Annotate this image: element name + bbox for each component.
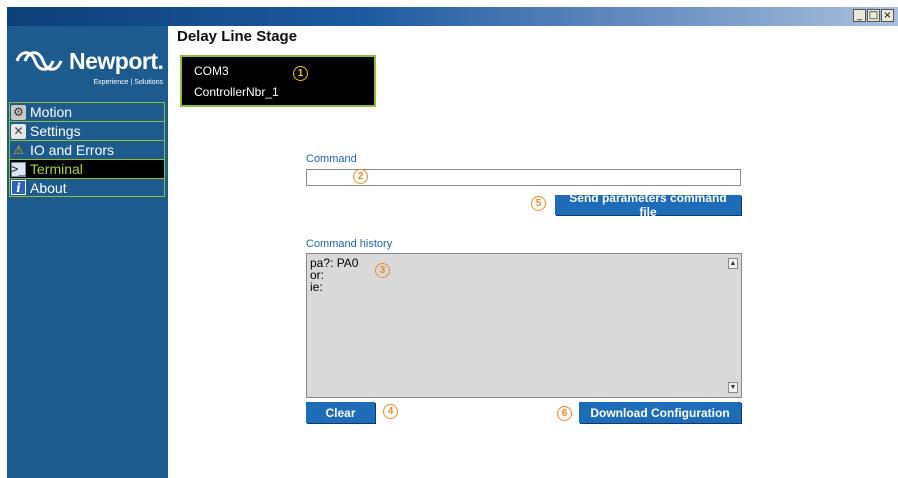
- command-history-label: Command history: [306, 238, 393, 250]
- window-controls: _ □ ×: [853, 9, 894, 22]
- callout-badge-2: 2: [353, 169, 368, 184]
- settings-icon: ✕: [11, 123, 26, 139]
- sidebar-item-label: About: [30, 179, 67, 196]
- clear-button[interactable]: Clear: [306, 402, 375, 423]
- maximize-button[interactable]: □: [867, 9, 880, 22]
- terminal-icon: >_: [11, 161, 26, 177]
- controller-info-box: COM3 ControllerNbr_1: [180, 55, 376, 107]
- command-history-box: pa?: PA0 or: ie: ▲ ▼: [306, 253, 742, 398]
- callout-badge-4: 4: [383, 404, 398, 419]
- scroll-down-arrow-icon[interactable]: ▼: [728, 382, 738, 393]
- newport-logo: Newport. Experience | Solutions: [13, 46, 164, 96]
- send-parameters-file-button[interactable]: Send parameters command file: [555, 191, 741, 219]
- brand-tagline: Experience | Solutions: [93, 79, 163, 86]
- minimize-button[interactable]: _: [853, 9, 866, 22]
- callout-badge-3: 3: [375, 263, 390, 278]
- download-configuration-button[interactable]: Download Configuration: [579, 402, 741, 423]
- sidebar-item-label: Motion: [30, 104, 73, 120]
- sidebar-item-label: IO and Errors: [30, 142, 115, 158]
- sidebar-item-terminal[interactable]: >_ Terminal: [9, 159, 165, 178]
- window-titlebar: _ □ ×: [7, 7, 898, 26]
- history-lines: pa?: PA0 or: ie:: [310, 257, 358, 293]
- command-label: Command: [306, 153, 357, 165]
- callout-badge-6: 6: [557, 406, 572, 421]
- controller-port: COM3: [194, 64, 229, 78]
- motion-icon: ⚙: [11, 104, 26, 120]
- sidebar-item-io-errors[interactable]: ⚠ IO and Errors: [9, 140, 165, 159]
- command-input[interactable]: [306, 169, 741, 186]
- newport-logo-icon: [15, 51, 63, 71]
- controller-name: ControllerNbr_1: [194, 85, 279, 99]
- sidebar-item-motion[interactable]: ⚙ Motion: [9, 102, 165, 121]
- sidebar-item-label: Settings: [30, 123, 81, 139]
- warning-icon: ⚠: [13, 143, 24, 157]
- close-button[interactable]: ×: [881, 9, 894, 22]
- sidebar-nav: ⚙ Motion ✕ Settings ⚠ IO and Errors >_ T…: [9, 102, 165, 197]
- brand-name: Newport.: [69, 48, 164, 74]
- info-icon: i: [11, 180, 26, 195]
- sidebar: Newport. Experience | Solutions ⚙ Motion…: [7, 26, 168, 478]
- history-line: ie:: [310, 280, 323, 294]
- scroll-up-arrow-icon[interactable]: ▲: [728, 258, 738, 269]
- sidebar-item-about[interactable]: i About: [9, 178, 165, 197]
- callout-badge-1: 1: [293, 66, 308, 81]
- page-title: Delay Line Stage: [177, 28, 298, 45]
- callout-badge-5: 5: [531, 196, 546, 211]
- sidebar-item-label: Terminal: [30, 161, 83, 177]
- sidebar-item-settings[interactable]: ✕ Settings: [9, 121, 165, 140]
